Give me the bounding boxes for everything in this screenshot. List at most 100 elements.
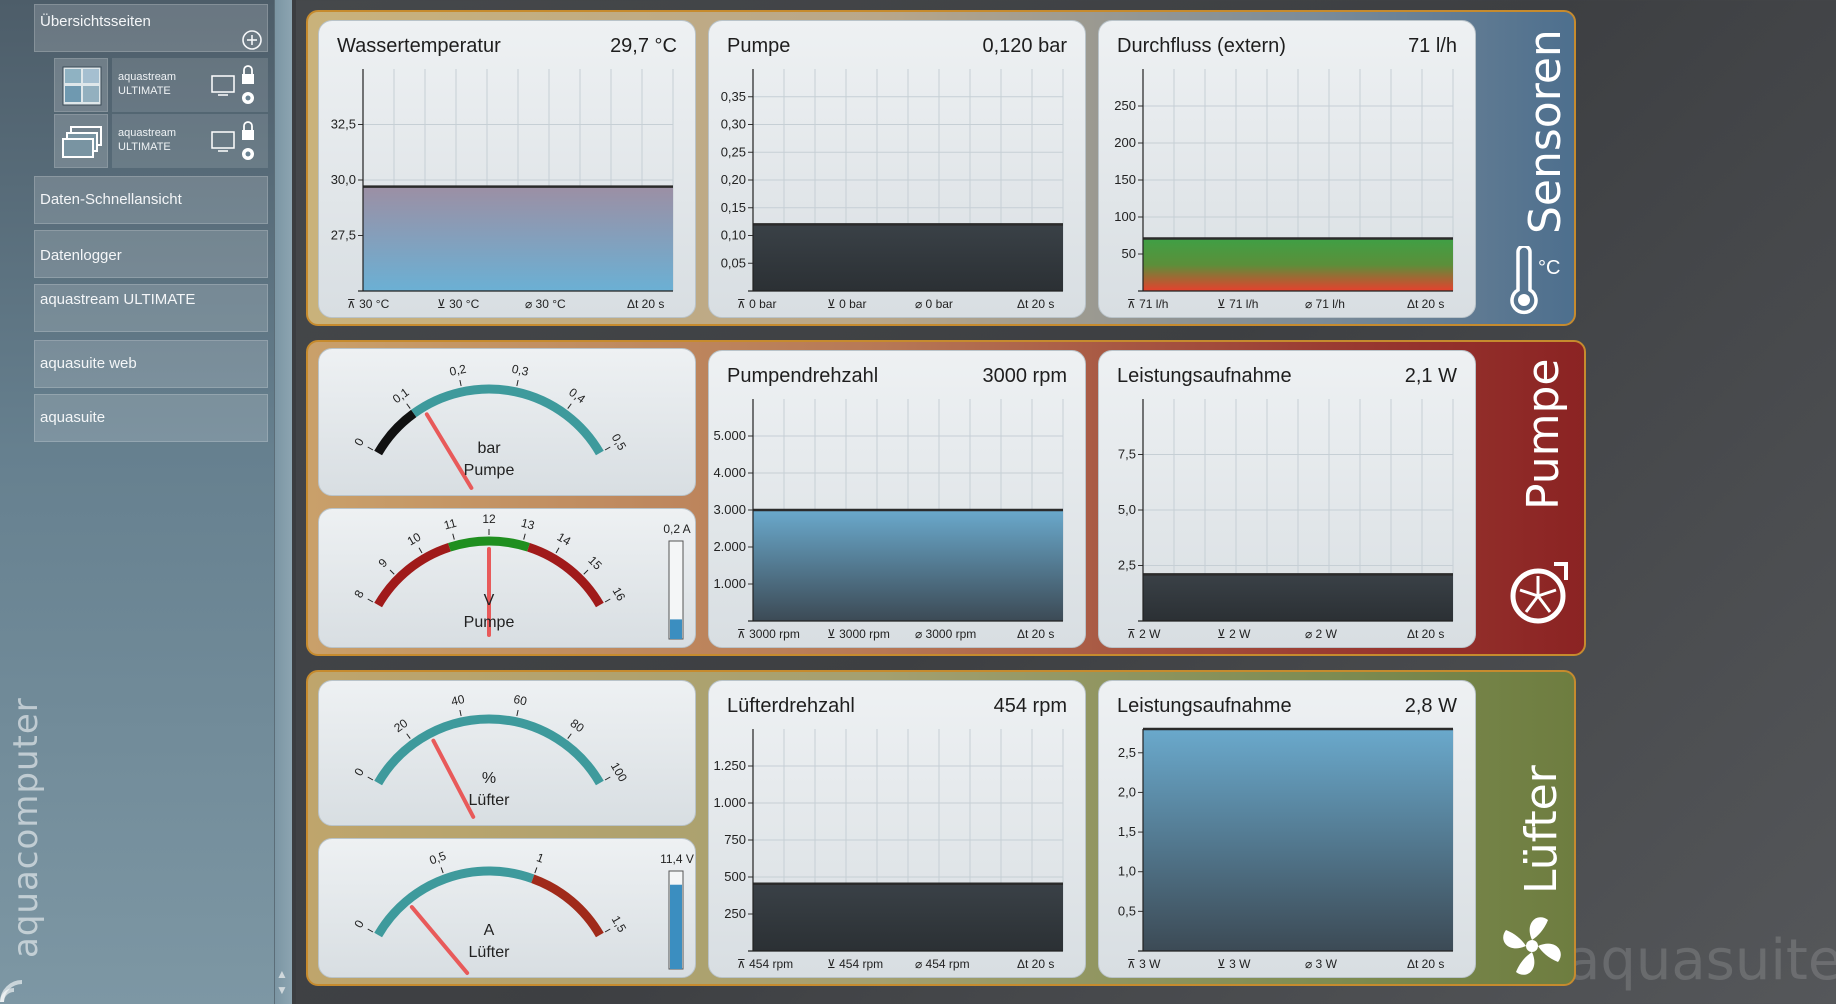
lock-icon[interactable]: [242, 121, 254, 140]
footer-span: Δt 20 s: [1017, 627, 1055, 641]
chart-footer: ⊼ 454 rpm ⊻ 454 rpm ⌀ 454 rpm Δt 20 s: [709, 957, 1085, 973]
nav-aquasuite[interactable]: aquasuite: [34, 394, 268, 442]
nav-datalogger[interactable]: Datenlogger: [34, 230, 268, 278]
sidebar: Übersichtsseiten aquastream ULTIMATE aqu…: [0, 0, 296, 1004]
gauge-tick: [452, 533, 455, 540]
chart-plot: 0,5 1,0 1,5 2,0 2,5: [1118, 727, 1454, 952]
gauge-tick: [440, 867, 444, 874]
footer-max: ⊼ 3 W: [1127, 957, 1161, 971]
data-area: [753, 883, 1063, 951]
page-thumbnail: [54, 114, 108, 168]
nav-aquastream-ultimate[interactable]: aquastream ULTIMATE: [34, 284, 268, 332]
gauge-tick: [583, 569, 589, 575]
scroll-arrows[interactable]: ▲ ▼: [276, 966, 288, 998]
footer-avg: ⌀ 3 W: [1305, 957, 1337, 971]
gauge-tick: [367, 446, 374, 451]
y-tick-label: 0,5: [1118, 903, 1136, 918]
data-area: [1143, 729, 1453, 951]
data-area: [1143, 574, 1453, 621]
chart-footer: ⊼ 2 W ⊻ 2 W ⌀ 2 W Δt 20 s: [1099, 627, 1475, 643]
y-tick-label: 150: [1114, 172, 1136, 187]
footer-min: ⊻ 3000 rpm: [827, 627, 890, 641]
brand-wave-icon: [0, 980, 23, 1003]
group-title-sensoren: Sensoren: [1520, 29, 1571, 234]
gauge-tick-label: 0: [351, 435, 367, 448]
nav-aquasuite-web[interactable]: aquasuite web: [34, 340, 268, 388]
gauge-tick: [367, 928, 374, 933]
y-tick-label: 50: [1122, 246, 1136, 261]
gauge-tick: [604, 598, 611, 603]
level-bar-fill: [670, 619, 682, 639]
overview-page-item[interactable]: aquastream ULTIMATE: [54, 114, 268, 168]
gauge-unit: bar: [477, 440, 501, 457]
y-tick-label: 2,0: [1118, 784, 1136, 799]
chart-card: Lüfterdrehzahl 454 rpm 250 500 750 1.000 1.250…: [708, 680, 1086, 978]
footer-avg: ⌀ 454 rpm: [915, 957, 970, 971]
footer-avg: ⌀ 71 l/h: [1305, 297, 1345, 311]
chart-card: Pumpendrehzahl 3000 rpm 1.000 2.000 3.000 4.0…: [708, 350, 1086, 648]
y-tick-label: 0,20: [721, 172, 746, 187]
gauge-band: [531, 874, 604, 938]
gauge-card: 8 9 10 11 12 13 14 15 16 V Pumpe 0,2 A: [318, 508, 696, 648]
y-tick-label: 250: [724, 906, 746, 921]
y-tick-label: 5,0: [1118, 502, 1136, 517]
gauge-tick-label: 1: [535, 850, 546, 866]
thermometer-icon: °C: [1510, 246, 1560, 315]
page-thumbnail: [54, 58, 108, 112]
gauge-band: [374, 866, 535, 938]
gauge-label: Pumpe: [464, 614, 515, 631]
footer-max: ⊼ 454 rpm: [737, 957, 794, 971]
nav-data-quickview[interactable]: Daten-Schnellansicht: [34, 176, 268, 224]
footer-avg: ⌀ 0 bar: [915, 297, 953, 311]
celsius-unit-label: °C: [1538, 257, 1560, 279]
stacked-pages-icon: [62, 126, 102, 158]
gauge-tick-label: 8: [351, 587, 367, 600]
gauge-tick-label: 10: [405, 530, 424, 549]
footer-span: Δt 20 s: [1017, 297, 1055, 311]
footer-min: ⊻ 0 bar: [827, 297, 867, 311]
y-tick-label: 1,5: [1118, 824, 1136, 839]
gauge-label: Lüfter: [469, 792, 511, 809]
gear-icon[interactable]: [242, 92, 254, 104]
gear-icon[interactable]: [242, 148, 254, 160]
y-tick-label: 0,35: [721, 89, 746, 104]
lock-icon[interactable]: [242, 65, 254, 84]
monitor-icon[interactable]: [211, 75, 235, 96]
footer-min: ⊻ 2 W: [1217, 627, 1251, 641]
footer-min: ⊻ 3 W: [1217, 957, 1251, 971]
footer-max: ⊼ 30 °C: [347, 297, 390, 311]
gauge-tick-label: 0,3: [511, 362, 531, 379]
gauge-unit: A: [484, 922, 495, 939]
footer-span: Δt 20 s: [1407, 627, 1445, 641]
gauge-card: 0 0,1 0,2 0,3 0,4 0,5 bar Pumpe: [318, 348, 696, 496]
footer-avg: ⌀ 30 °C: [525, 297, 566, 311]
gauge-tick-label: 11: [442, 516, 458, 533]
footer-min: ⊻ 454 rpm: [827, 957, 884, 971]
monitor-icon[interactable]: [211, 131, 235, 152]
gauge-tick: [406, 403, 411, 409]
gauge-tick-label: 40: [450, 692, 466, 709]
gauge-band: [374, 409, 417, 456]
gauge-tick-label: 0,2: [448, 362, 468, 379]
gauge-needle: [431, 738, 476, 819]
gauge-tick-label: 80: [568, 716, 587, 735]
gauge-tick: [604, 776, 611, 781]
gauge-tick: [534, 867, 538, 874]
overview-page-item[interactable]: aquastream ULTIMATE: [54, 58, 268, 112]
y-tick-label: 32,5: [331, 117, 356, 132]
gauge-label: Lüfter: [469, 944, 511, 961]
gauge-dial: 0 20 40 60 80 100% Lüfter: [351, 692, 630, 819]
gauge-unit: V: [484, 592, 495, 609]
gauge-tick: [567, 403, 572, 409]
add-page-icon[interactable]: [241, 29, 263, 51]
footer-span: Δt 20 s: [1017, 957, 1055, 971]
overview-pages-header[interactable]: Übersichtsseiten: [34, 4, 268, 52]
gauge-tick: [367, 598, 374, 603]
y-tick-label: 4.000: [713, 465, 746, 480]
y-tick-label: 0,25: [721, 144, 746, 159]
nav-label: Daten-Schnellansicht: [40, 191, 182, 208]
group-luefter: 0 20 40 60 80 100% Lüfter 0 0,5 1 1,5 A Lüfter 11,4 …: [306, 670, 1576, 986]
y-tick-label: 0,05: [721, 255, 746, 270]
level-bar-label: 0,2 A: [663, 522, 690, 536]
y-tick-label: 2,5: [1118, 558, 1136, 573]
